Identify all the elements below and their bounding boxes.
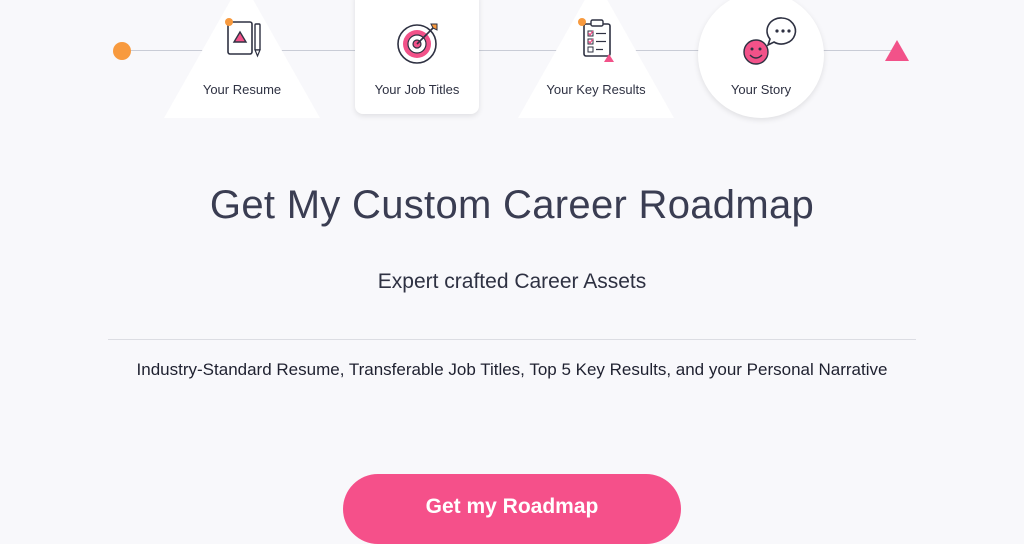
target-icon: [397, 23, 438, 64]
page-subtitle: Expert crafted Career Assets: [377, 270, 647, 293]
step-label: Your Job Titles: [374, 82, 460, 97]
step-label: Your Key Results: [546, 82, 646, 97]
step-label: Your Story: [730, 82, 792, 97]
step-key-results[interactable]: Your Key Results: [518, 0, 674, 118]
divider: [108, 339, 916, 340]
description-text: Industry-Standard Resume, Transferable J…: [136, 360, 888, 379]
get-roadmap-button[interactable]: Get my Roadmap: [343, 474, 681, 544]
step-label: Your Resume: [202, 82, 282, 97]
roadmap-progress: Your Resume Your Job Titles Your Key Res…: [0, 0, 1024, 140]
resume-icon: [225, 18, 261, 58]
start-dot: [113, 42, 131, 60]
page-title: Get My Custom Career Roadmap: [209, 183, 815, 227]
clipboard-checklist-icon: [578, 18, 614, 62]
end-triangle: [885, 40, 909, 61]
chat-smiley-icon: [743, 17, 797, 65]
step-resume[interactable]: Your Resume: [164, 0, 320, 118]
step-job-titles[interactable]: Your Job Titles: [355, 0, 479, 114]
step-story[interactable]: Your Story: [698, 0, 824, 118]
